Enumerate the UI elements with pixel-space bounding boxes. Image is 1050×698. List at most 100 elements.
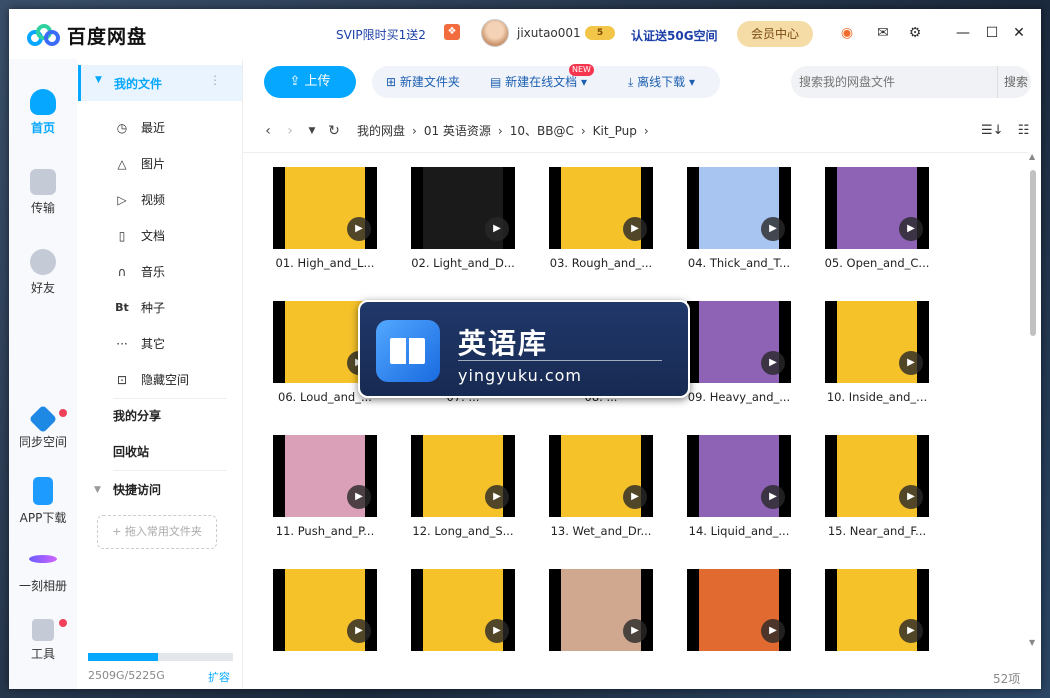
play-icon[interactable]: ▶ [485, 619, 509, 643]
scroll-down-icon[interactable]: ▼ [1029, 638, 1035, 647]
search-input[interactable] [799, 72, 979, 92]
svip-promo-link[interactable]: SVIP限时买1送2 [336, 26, 426, 43]
file-name[interactable]: 11. Push_and_P... [263, 524, 387, 538]
drop-folder-zone[interactable]: + 拖入常用文件夹 [97, 515, 217, 549]
sidebar-item-music[interactable]: ∩ 音乐 [77, 254, 243, 290]
file-name[interactable]: 03. Rough_and_... [539, 256, 663, 270]
file-tile[interactable]: ▶20. Stop_and_St... [815, 555, 935, 657]
sort-icon[interactable]: ☰↓ [981, 123, 1004, 138]
username[interactable]: jixutao001 [517, 26, 581, 40]
mail-icon[interactable]: ✉ [873, 23, 893, 43]
video-thumbnail[interactable]: ▶ [549, 435, 653, 517]
file-tile[interactable]: ▶ 13. Wet_and_Dr... [539, 421, 659, 541]
play-icon[interactable]: ▶ [899, 217, 923, 241]
nav-tools[interactable]: 工具 [9, 619, 77, 662]
file-tile[interactable]: ▶ 02. Light_and_D... [401, 153, 521, 273]
close-button[interactable]: ✕ [1009, 23, 1029, 43]
nav-album[interactable]: 一刻相册 [9, 547, 77, 594]
video-thumbnail[interactable]: ▶ [273, 435, 377, 517]
refresh-icon[interactable]: ↻ [323, 116, 345, 146]
file-tile[interactable]: ▶ 09. Heavy_and_... [677, 287, 797, 407]
nav-friends[interactable]: 好友 [9, 249, 77, 296]
file-name[interactable]: 10. Inside_and_... [815, 390, 939, 404]
file-tile[interactable]: ▶ 10. Inside_and_... [815, 287, 935, 407]
play-icon[interactable]: ▶ [485, 217, 509, 241]
file-tile[interactable]: ▶ 15. Near_and_F... [815, 421, 935, 541]
file-tile[interactable]: ▶18. Straight_... [539, 555, 659, 657]
file-tile[interactable]: ▶19. Squash_... [677, 555, 797, 657]
play-icon[interactable]: ▶ [347, 485, 371, 509]
file-name[interactable]: 04. Thick_and_T... [677, 256, 801, 270]
video-thumbnail[interactable]: ▶ [549, 167, 653, 249]
sidebar-item-my-share[interactable]: 我的分享 [77, 398, 243, 434]
member-center-button[interactable]: 会员中心 [737, 21, 813, 47]
sidebar-item-hidden[interactable]: ⊡ 隐藏空间 [77, 362, 243, 398]
file-tile[interactable]: ▶ 14. Liquid_and_... [677, 421, 797, 541]
nav-sync[interactable]: 同步空间 [9, 404, 77, 450]
play-icon[interactable]: ▶ [623, 485, 647, 509]
sidebar-item-other[interactable]: ··· 其它 [77, 326, 243, 362]
file-name[interactable]: 02. Light_and_D... [401, 256, 525, 270]
sidebar-item-docs[interactable]: ▯ 文档 [77, 218, 243, 254]
play-icon[interactable]: ▶ [899, 619, 923, 643]
video-thumbnail[interactable]: ▶ [825, 569, 929, 651]
play-icon[interactable]: ▶ [761, 485, 785, 509]
video-thumbnail[interactable]: ▶ [411, 167, 515, 249]
breadcrumb-item[interactable]: 我的网盘 [357, 116, 405, 146]
upload-button[interactable]: ⇪ 上传 [264, 66, 356, 98]
play-icon[interactable]: ▶ [623, 217, 647, 241]
file-name[interactable]: 12. Long_and_S... [401, 524, 525, 538]
video-thumbnail[interactable]: ▶ [825, 167, 929, 249]
file-tile[interactable]: ▶ 05. Open_and_C... [815, 153, 935, 273]
file-name[interactable]: 05. Open_and_C... [815, 256, 939, 270]
play-icon[interactable]: ▶ [761, 619, 785, 643]
video-thumbnail[interactable]: ▶ [273, 167, 377, 249]
quick-access-header[interactable]: ▼ 快捷访问 [77, 472, 243, 508]
file-tile[interactable]: ▶ 03. Rough_and_... [539, 153, 659, 273]
sidebar-item-torrent[interactable]: Bt 种子 [77, 290, 243, 326]
settings-icon[interactable]: ⚙ [905, 23, 925, 43]
app-logo[interactable]: 百度网盘 [27, 22, 147, 49]
play-icon[interactable]: ▶ [623, 619, 647, 643]
video-thumbnail[interactable]: ▶ [825, 435, 929, 517]
scroll-up-icon[interactable]: ▲ [1029, 152, 1035, 161]
sidebar-item-recent[interactable]: ◷ 最近 [77, 110, 243, 146]
video-thumbnail[interactable]: ▶ [687, 167, 791, 249]
play-icon[interactable]: ▶ [347, 217, 371, 241]
nav-home[interactable]: 首页 [9, 89, 77, 136]
video-thumbnail[interactable]: ▶ [411, 435, 515, 517]
play-icon[interactable]: ▶ [899, 485, 923, 509]
nav-transfer[interactable]: 传输 [9, 169, 77, 216]
avatar[interactable] [481, 19, 509, 47]
game-icon[interactable]: ◉ [837, 23, 857, 43]
breadcrumb-item[interactable]: 01 英语资源 [424, 116, 491, 146]
file-tile[interactable]: ▶ 11. Push_and_P... [263, 421, 383, 541]
nav-app-download[interactable]: APP下载 [9, 477, 77, 526]
file-tile[interactable]: ▶16. Up_and_D... [263, 555, 383, 657]
sidebar-item-images[interactable]: △ 图片 [77, 146, 243, 182]
verify-link[interactable]: 认证送50G空间 [631, 27, 718, 44]
file-name[interactable]: 01. High_and_L... [263, 256, 387, 270]
video-thumbnail[interactable]: ▶ [687, 569, 791, 651]
play-icon[interactable]: ▶ [485, 485, 509, 509]
expand-storage-link[interactable]: 扩容 [208, 669, 230, 685]
video-thumbnail[interactable]: ▶ [825, 301, 929, 383]
scrollbar-thumb[interactable] [1030, 170, 1036, 336]
maximize-button[interactable]: ☐ [982, 23, 1002, 43]
file-name[interactable]: 14. Liquid_and_... [677, 524, 801, 538]
new-folder-button[interactable]: ⊞ 新建文件夹 [386, 66, 460, 98]
breadcrumb-item[interactable]: Kit_Pup [593, 116, 637, 146]
file-name[interactable]: 13. Wet_and_Dr... [539, 524, 663, 538]
minimize-button[interactable]: — [953, 23, 973, 43]
forward-icon[interactable]: › [279, 116, 301, 146]
play-icon[interactable]: ▶ [761, 351, 785, 375]
play-icon[interactable]: ▶ [347, 619, 371, 643]
history-dropdown-icon[interactable]: ▼ [301, 116, 323, 146]
file-name[interactable]: 09. Heavy_and_... [677, 390, 801, 404]
gift-icon[interactable]: ❖ [444, 24, 460, 40]
file-tile[interactable]: ▶ 01. High_and_L... [263, 153, 383, 273]
file-tile[interactable]: ▶17. Flat_and_St... [401, 555, 521, 657]
video-thumbnail[interactable]: ▶ [549, 569, 653, 651]
play-icon[interactable]: ▶ [899, 351, 923, 375]
video-thumbnail[interactable]: ▶ [687, 435, 791, 517]
